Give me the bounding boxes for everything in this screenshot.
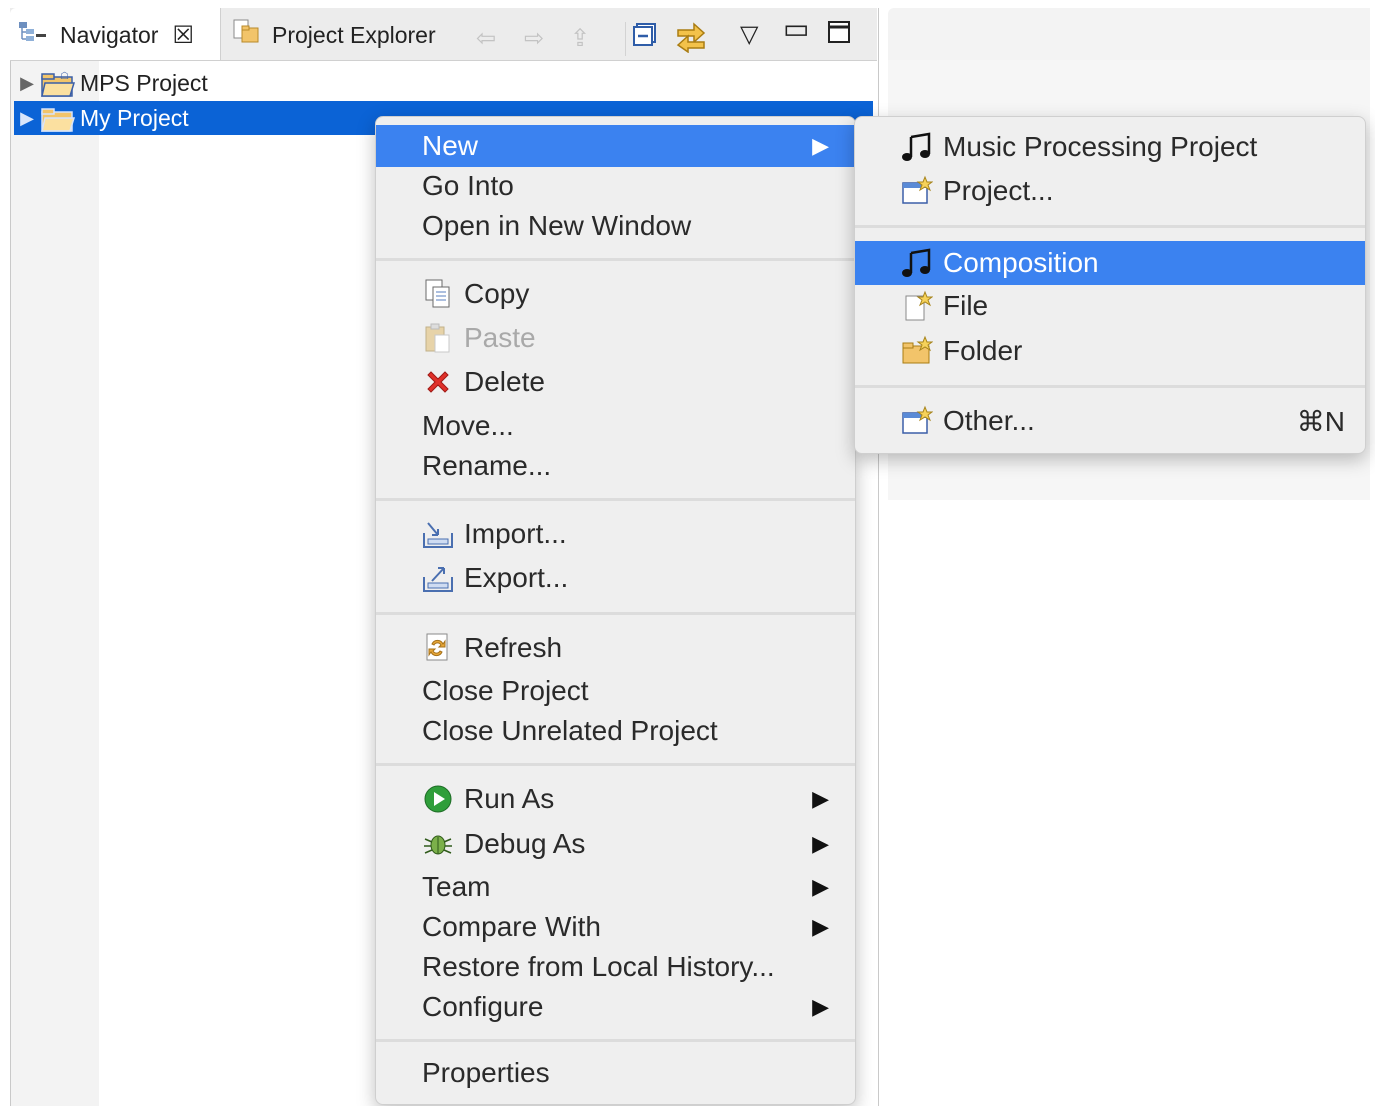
menu-item-copy[interactable]: Copy	[376, 273, 855, 315]
menu-item-configure[interactable]: Configure ▶	[376, 986, 855, 1028]
submenu-arrow-icon: ▶	[812, 831, 829, 856]
tree-item-label: My Project	[80, 104, 189, 131]
menu-item-delete[interactable]: Delete	[376, 361, 855, 403]
submenu-item-composition[interactable]: Composition	[855, 241, 1365, 285]
menu-item-rename[interactable]: Rename...	[376, 445, 855, 487]
menu-item-new[interactable]: New ▶	[376, 125, 855, 167]
menu-separator	[855, 225, 1365, 228]
paste-icon	[422, 322, 454, 354]
delete-icon	[422, 366, 454, 398]
minimize-icon[interactable]: ▭	[783, 12, 809, 45]
toolbar-separator	[625, 22, 626, 56]
export-icon	[422, 562, 454, 594]
menu-item-restore-history[interactable]: Restore from Local History...	[376, 946, 855, 988]
new-file-icon	[901, 290, 933, 322]
submenu-item-other[interactable]: Other... ⌘N	[855, 400, 1365, 442]
shortcut-label: ⌘N	[1296, 405, 1345, 437]
menu-separator	[376, 1039, 855, 1042]
menu-separator	[376, 258, 855, 261]
project-explorer-icon	[232, 18, 262, 52]
context-menu: New ▶ Go Into Open in New Window Copy Pa…	[375, 116, 856, 1105]
menu-item-refresh[interactable]: Refresh	[376, 627, 855, 669]
tree-item-label: MPS Project	[80, 69, 208, 96]
tab-project-explorer-text: Project Explorer	[272, 21, 436, 48]
view-menu-icon[interactable]: ▽	[740, 20, 758, 49]
menu-item-team[interactable]: Team ▶	[376, 866, 855, 908]
menu-separator	[376, 498, 855, 501]
submenu-arrow-icon: ▶	[812, 786, 829, 811]
music-note-icon	[901, 131, 933, 163]
back-icon[interactable]: ⇦	[476, 24, 496, 53]
bug-icon	[422, 828, 454, 860]
submenu-arrow-icon: ▶	[812, 874, 829, 899]
submenu-arrow-icon: ▶	[812, 994, 829, 1019]
run-icon	[422, 783, 454, 815]
menu-separator	[376, 763, 855, 766]
menu-separator	[855, 385, 1365, 388]
link-with-editor-icon[interactable]	[674, 19, 708, 60]
copy-icon	[422, 278, 454, 310]
new-wizard-icon	[901, 405, 933, 437]
tab-navigator-text: Navigator	[60, 21, 159, 48]
menu-item-open-new-window[interactable]: Open in New Window	[376, 205, 855, 247]
submenu-arrow-icon: ▶	[812, 133, 829, 158]
submenu-item-music-project[interactable]: Music Processing Project	[855, 126, 1365, 168]
menu-separator	[376, 612, 855, 615]
menu-item-close-unrelated[interactable]: Close Unrelated Project	[376, 710, 855, 752]
up-icon[interactable]: ⇪	[570, 24, 590, 53]
menu-item-export[interactable]: Export...	[376, 557, 855, 599]
submenu-item-folder[interactable]: Folder	[855, 330, 1365, 372]
submenu-arrow-icon: ▶	[812, 914, 829, 939]
submenu-item-file[interactable]: File	[855, 285, 1365, 327]
menu-item-close-project[interactable]: Close Project	[376, 670, 855, 712]
navigator-icon	[18, 21, 50, 49]
new-submenu: Music Processing Project Project... Comp…	[854, 116, 1366, 454]
editor-area-header	[888, 8, 1370, 60]
tab-navigator-label[interactable]: Navigator ☒	[18, 20, 194, 50]
import-icon	[422, 518, 454, 550]
expand-arrow-icon[interactable]: ▶	[14, 108, 40, 129]
tree-item-mps-project[interactable]: ▶ ☖ MPS Project	[14, 66, 208, 100]
menu-item-move[interactable]: Move...	[376, 405, 855, 447]
tab-project-explorer[interactable]: Project Explorer	[232, 18, 436, 52]
expand-arrow-icon[interactable]: ▶	[14, 73, 40, 94]
project-folder-icon: ☖	[40, 70, 76, 97]
collapse-all-icon[interactable]	[632, 21, 660, 56]
menu-item-properties[interactable]: Properties	[376, 1052, 855, 1094]
menu-item-import[interactable]: Import...	[376, 513, 855, 555]
new-project-icon	[901, 175, 933, 207]
svg-text:☖: ☖	[60, 71, 69, 82]
new-folder-icon	[901, 335, 933, 367]
refresh-icon	[422, 632, 454, 664]
menu-item-compare-with[interactable]: Compare With ▶	[376, 906, 855, 948]
menu-item-run-as[interactable]: Run As ▶	[376, 778, 855, 820]
menu-item-paste[interactable]: Paste	[376, 317, 855, 359]
submenu-item-project[interactable]: Project...	[855, 170, 1365, 212]
menu-item-go-into[interactable]: Go Into	[376, 165, 855, 207]
view-tab-bar: Navigator ☒ Project Explorer ⇦ ⇨ ⇪ ▽ ▭	[10, 8, 877, 61]
project-folder-icon	[40, 105, 76, 132]
tree-gutter	[11, 60, 99, 1106]
close-icon[interactable]: ☒	[172, 21, 194, 50]
maximize-icon[interactable]	[827, 20, 851, 51]
menu-item-debug-as[interactable]: Debug As ▶	[376, 823, 855, 865]
music-note-icon	[901, 247, 933, 279]
forward-icon[interactable]: ⇨	[524, 24, 544, 53]
